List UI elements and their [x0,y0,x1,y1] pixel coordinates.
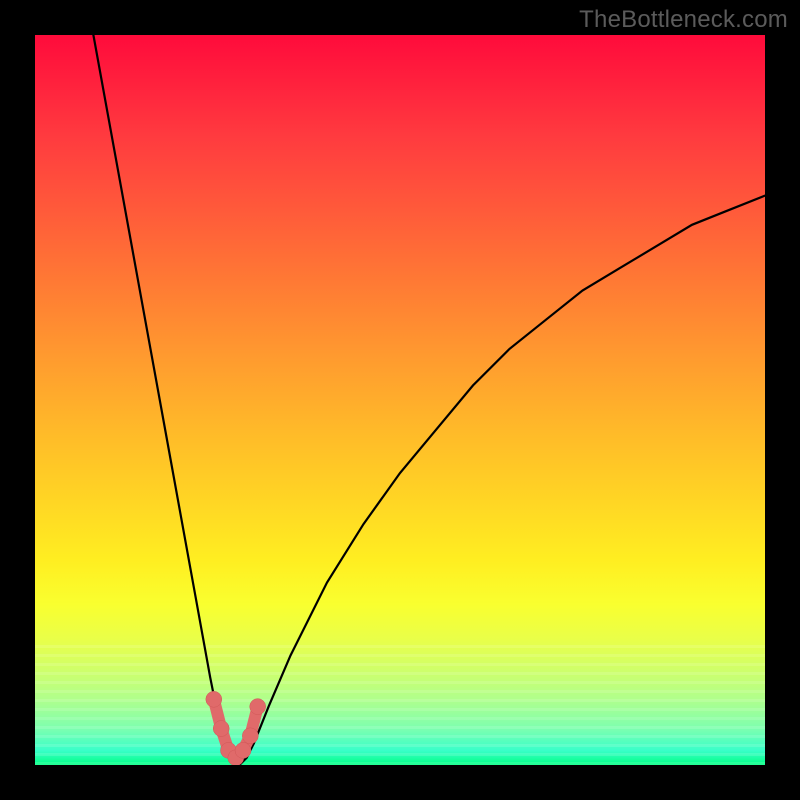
gradient-plot-area [35,35,765,765]
watermark-text: TheBottleneck.com [579,6,788,34]
chart-frame: TheBottleneck.com [0,0,800,800]
